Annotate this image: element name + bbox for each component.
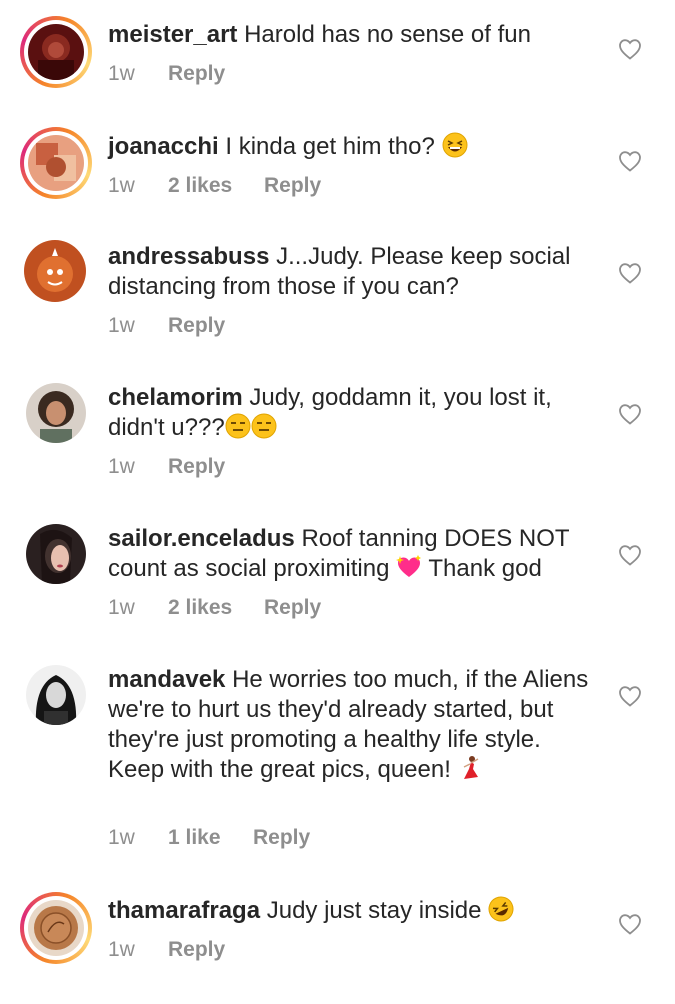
comment-text: thamarafraga Judy just stay inside: [108, 896, 598, 926]
like-heart-icon[interactable]: [618, 38, 642, 60]
avatar[interactable]: [20, 16, 92, 88]
reply-button[interactable]: Reply: [264, 594, 321, 622]
expressionless-face-icon: [225, 413, 251, 439]
like-heart-icon[interactable]: [618, 262, 642, 284]
avatar-image: [26, 524, 86, 584]
avatar-image: [26, 665, 86, 725]
comment-body: Harold has no sense of fun: [244, 21, 531, 48]
avatar[interactable]: [26, 665, 86, 725]
comment-text: andressabuss J...Judy. Please keep socia…: [108, 242, 598, 302]
avatar[interactable]: [20, 892, 92, 964]
reply-button[interactable]: Reply: [264, 172, 321, 200]
rolling-on-floor-laughing-icon: [488, 896, 514, 922]
like-heart-icon[interactable]: [618, 544, 642, 566]
comment-body: Judy just stay inside: [266, 897, 482, 924]
comment-time: 1w: [108, 62, 135, 85]
avatar-image: [26, 383, 86, 443]
avatar[interactable]: [26, 383, 86, 443]
avatar[interactable]: [24, 240, 86, 302]
comment-username[interactable]: chelamorim: [108, 384, 243, 411]
comment-text: sailor.enceladus Roof tanning DOES NOT c…: [108, 524, 598, 584]
reply-button[interactable]: Reply: [168, 60, 225, 88]
comment-body-continued: Thank god: [428, 555, 542, 582]
avatar[interactable]: [26, 524, 86, 584]
likes-count[interactable]: 1 like: [168, 824, 221, 852]
avatar-image: [28, 900, 84, 956]
reply-button[interactable]: Reply: [168, 936, 225, 964]
comment-text: meister_art Harold has no sense of fun: [108, 20, 598, 50]
avatar-image: [28, 135, 84, 191]
comment-text: chelamorim Judy, goddamn it, you lost it…: [108, 383, 598, 443]
like-heart-icon[interactable]: [618, 685, 642, 707]
like-heart-icon[interactable]: [618, 150, 642, 172]
grinning-squinting-face-icon: [442, 132, 468, 158]
comment-time: 1w: [108, 174, 135, 197]
comment-text: mandavek He worries too much, if the Ali…: [108, 665, 598, 785]
comment-time: 1w: [108, 314, 135, 337]
sparkling-heart-icon: [396, 555, 422, 577]
comment-username[interactable]: thamarafraga: [108, 897, 260, 924]
expressionless-face-icon: [251, 413, 277, 439]
likes-count[interactable]: 2 likes: [168, 594, 232, 622]
comment-username[interactable]: meister_art: [108, 21, 237, 48]
comment-text: joanacchi I kinda get him tho?: [108, 132, 598, 162]
avatar[interactable]: [20, 127, 92, 199]
reply-button[interactable]: Reply: [168, 312, 225, 340]
comment-username[interactable]: joanacchi: [108, 133, 219, 160]
like-heart-icon[interactable]: [618, 913, 642, 935]
comment-time: 1w: [108, 826, 135, 849]
comment-username[interactable]: mandavek: [108, 666, 225, 693]
comment-username[interactable]: andressabuss: [108, 243, 269, 270]
comment-body: I kinda get him tho?: [225, 133, 435, 160]
reply-button[interactable]: Reply: [168, 453, 225, 481]
reply-button[interactable]: Reply: [253, 824, 310, 852]
likes-count[interactable]: 2 likes: [168, 172, 232, 200]
comment-time: 1w: [108, 596, 135, 619]
comment-username[interactable]: sailor.enceladus: [108, 525, 295, 552]
comment-time: 1w: [108, 938, 135, 961]
avatar-image: [28, 24, 84, 80]
avatar-image: [24, 240, 86, 302]
dancer-icon: [463, 756, 478, 779]
like-heart-icon[interactable]: [618, 403, 642, 425]
comment-time: 1w: [108, 455, 135, 478]
